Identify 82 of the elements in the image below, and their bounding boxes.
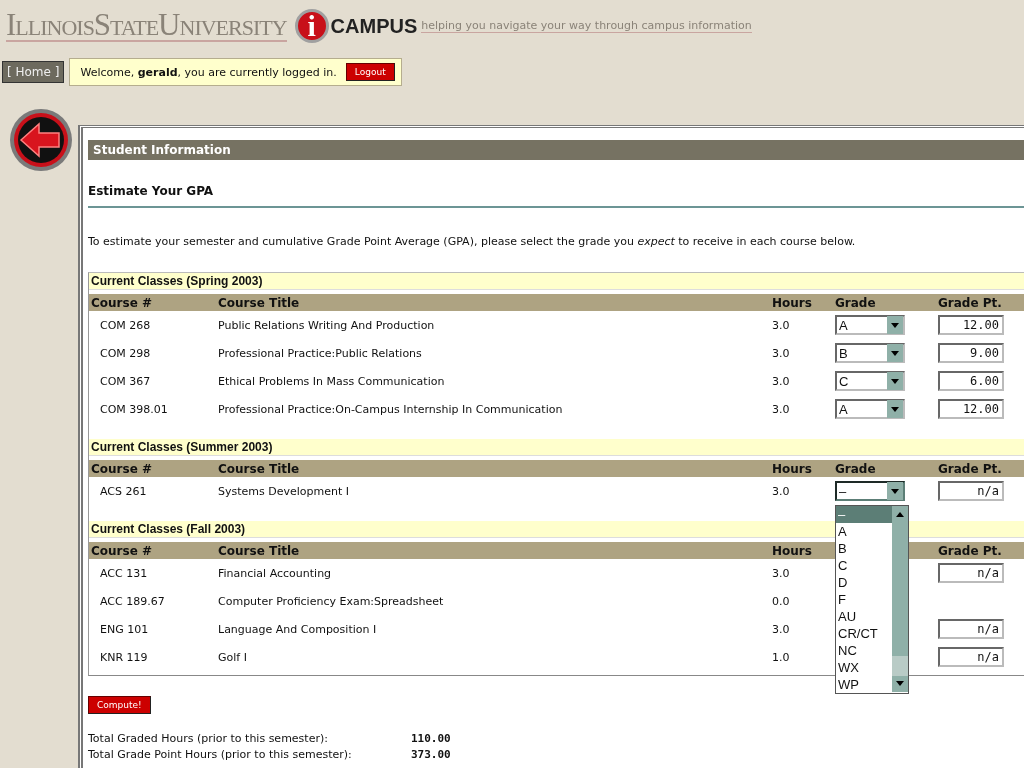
total-label: Total Grade Point Hours (prior to this semester): [88, 747, 353, 761]
logout-button[interactable]: Logout [345, 63, 395, 81]
grade-points-field: 9.00 [938, 343, 1004, 363]
grade-points-field: n/a [938, 647, 1004, 667]
grade-select[interactable]: A [835, 315, 905, 335]
grade-option[interactable]: WP [836, 676, 892, 693]
course-number: COM 268 [99, 318, 152, 332]
grade-option[interactable]: CR/CT [836, 625, 892, 642]
course-title: Professional Practice:Public Relations [218, 346, 423, 360]
hours-cell-text: 3.0 [772, 374, 791, 388]
column-header: Course Title [218, 543, 301, 558]
intro-text: To estimate your semester and cumulative Grade Point Average (GPA), please select the grade you expect to receive in each course below. [88, 235, 857, 248]
course-number: ENG 101 [99, 622, 150, 636]
home-button[interactable]: [ Home ] [2, 61, 65, 83]
column-header: Course # [90, 461, 154, 476]
course-number: ACS 261 [99, 484, 148, 498]
hours-cell-text: 3.0 [772, 484, 791, 498]
course-number: COM 298 [99, 346, 152, 360]
course-title: Golf I [218, 650, 248, 664]
grade-points-field: n/a [938, 481, 1004, 501]
column-header: Grade Pt. [938, 461, 1002, 476]
column-header: Course # [90, 295, 154, 310]
total-label: Total Graded Hours (prior to this semester): [88, 731, 329, 745]
column-header: Grade [835, 461, 877, 476]
grade-select[interactable]: C [835, 371, 905, 391]
column-header: Course Title [218, 295, 301, 310]
welcome-text: Welcome, gerald, you are currently logged in. [80, 65, 337, 79]
hours-cell-text: 3.0 [772, 346, 791, 360]
grade-select[interactable]: B [835, 343, 905, 363]
column-header: Grade Pt. [938, 543, 1002, 558]
hours-cell-text: 3.0 [772, 318, 791, 332]
grade-option[interactable]: AU [836, 608, 892, 625]
grade-option[interactable]: C [836, 557, 892, 574]
page-heading: Estimate Your GPA [88, 184, 1024, 208]
total-value: 110.00 [411, 731, 451, 745]
column-header: Hours [772, 461, 813, 476]
hours-cell-text: 1.0 [772, 650, 791, 664]
course-title: Professional Practice:On-Campus Internship In Communication [218, 402, 564, 416]
course-title: Public Relations Writing And Production [218, 318, 436, 332]
course-number: COM 398.01 [99, 402, 169, 416]
total-value: 373.00 [411, 747, 451, 761]
column-header: Hours [772, 543, 813, 558]
icampus-logo: i CAMPUS [294, 9, 418, 43]
grade-option[interactable]: F [836, 591, 892, 608]
course-number: ACC 131 [99, 566, 149, 580]
university-logo-text: IllinoisStateUniversity [6, 10, 287, 42]
grade-option[interactable]: WX [836, 659, 892, 676]
grade-select[interactable]: A [835, 399, 905, 419]
course-title: Computer Proficiency Exam:Spreadsheet [218, 594, 445, 608]
grade-select[interactable]: – [835, 481, 905, 501]
course-title: Language And Composition I [218, 622, 378, 636]
course-title: Financial Accounting [218, 566, 333, 580]
column-header: Grade [835, 295, 877, 310]
course-number: KNR 119 [99, 650, 149, 664]
grade-option[interactable]: – [836, 506, 892, 523]
hours-cell-text: 0.0 [772, 594, 791, 608]
grade-points-field: 12.00 [938, 315, 1004, 335]
course-title: Systems Development I [218, 484, 351, 498]
hours-cell-text: 3.0 [772, 566, 791, 580]
scrollbar[interactable] [892, 506, 908, 692]
column-header: Course Title [218, 461, 301, 476]
hours-cell-text: 3.0 [772, 622, 791, 636]
grade-points-field: n/a [938, 619, 1004, 639]
section-title: Student Information [88, 140, 1024, 160]
tagline: helping you navigate your way through campus information [421, 19, 752, 33]
column-header: Grade Pt. [938, 295, 1002, 310]
column-header: Course # [90, 543, 154, 558]
grade-option[interactable]: NC [836, 642, 892, 659]
grade-points-field: 12.00 [938, 399, 1004, 419]
course-number: COM 367 [99, 374, 152, 388]
grade-points-field: 6.00 [938, 371, 1004, 391]
term-title: Current Classes (Spring 2003) [89, 273, 1024, 290]
grade-option[interactable]: A [836, 523, 892, 540]
compute-button[interactable]: Compute! [88, 696, 151, 714]
grade-points-field: n/a [938, 563, 1004, 583]
column-header: Hours [772, 295, 813, 310]
grade-option[interactable]: B [836, 540, 892, 557]
course-title: Ethical Problems In Mass Communication [218, 374, 446, 388]
course-number: ACC 189.67 [99, 594, 166, 608]
grade-option[interactable]: D [836, 574, 892, 591]
hours-cell-text: 3.0 [772, 402, 791, 416]
term-title: Current Classes (Summer 2003) [89, 439, 1024, 456]
